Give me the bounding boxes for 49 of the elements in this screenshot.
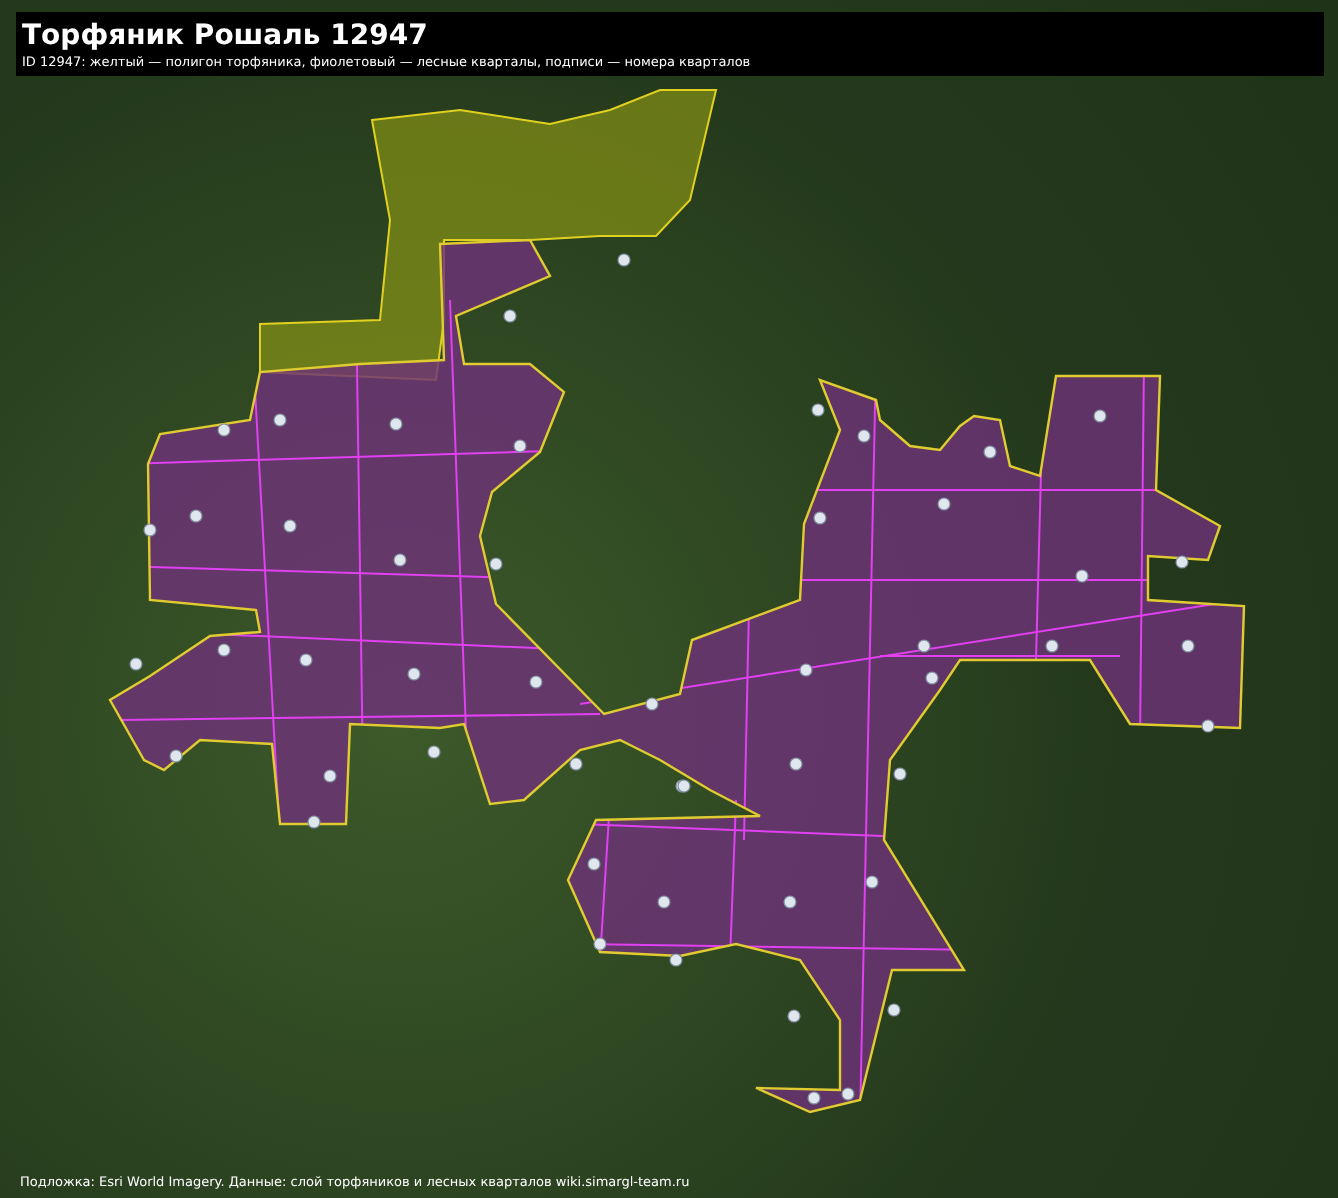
quarter-marker-icon — [813, 511, 827, 525]
quarter-marker-icon — [389, 417, 403, 431]
quarter-marker-icon — [841, 1087, 855, 1101]
map-title: Торфяник Рошаль 12947 — [22, 20, 430, 52]
quarter-marker-icon — [593, 937, 607, 951]
quarter-marker-icon — [787, 1009, 801, 1023]
quarter-marker-icon — [407, 667, 421, 681]
quarter-marker-icon — [273, 413, 287, 427]
quarter-marker-icon — [529, 675, 543, 689]
quarter-marker-icon — [807, 1091, 821, 1105]
quarter-marker-icon — [789, 757, 803, 771]
quarter-marker-icon — [427, 745, 441, 759]
quarter-marker-icon — [1201, 719, 1215, 733]
quarter-marker-icon — [937, 497, 951, 511]
quarter-marker-icon — [217, 423, 231, 437]
quarter-marker-icon — [1045, 639, 1059, 653]
quarter-marker-icon — [1175, 555, 1189, 569]
quarter-marker-icon — [917, 639, 931, 653]
quarter-marker-icon — [887, 1003, 901, 1017]
quarter-marker-icon — [587, 857, 601, 871]
quarter-marker-icon — [865, 875, 879, 889]
quarter-marker-icon — [893, 767, 907, 781]
quarter-marker-icon — [299, 653, 313, 667]
quarter-marker-icon — [783, 895, 797, 909]
quarter-marker-icon — [283, 519, 297, 533]
quarter-marker-icon — [657, 895, 671, 909]
quarter-marker-icon — [617, 253, 631, 267]
quarter-marker-icon — [569, 757, 583, 771]
quarter-marker-icon — [129, 657, 143, 671]
quarter-marker-icon — [1181, 639, 1195, 653]
quarter-marker-icon — [393, 553, 407, 567]
quarter-marker-icon — [189, 509, 203, 523]
quarter-marker-icon — [669, 953, 683, 967]
quarter-marker-icon — [489, 557, 503, 571]
quarter-marker-icon — [1093, 409, 1107, 423]
quarter-marker-icon — [169, 749, 183, 763]
quarter-marker-icon — [857, 429, 871, 443]
quarter-marker-icon — [307, 815, 321, 829]
quarter-marker-icon — [217, 643, 231, 657]
quarter-marker-icon — [983, 445, 997, 459]
quarter-marker-icon — [513, 439, 527, 453]
quarter-marker-icon — [1075, 569, 1089, 583]
quarter-marker-icon — [925, 671, 939, 685]
quarter-marker-icon — [799, 663, 813, 677]
quarter-marker-icon — [323, 769, 337, 783]
quarter-marker-icon — [143, 523, 157, 537]
quarter-marker-icon — [811, 403, 825, 417]
quarter-marker-icon — [503, 309, 517, 323]
quarter-marker-icon — [645, 697, 659, 711]
